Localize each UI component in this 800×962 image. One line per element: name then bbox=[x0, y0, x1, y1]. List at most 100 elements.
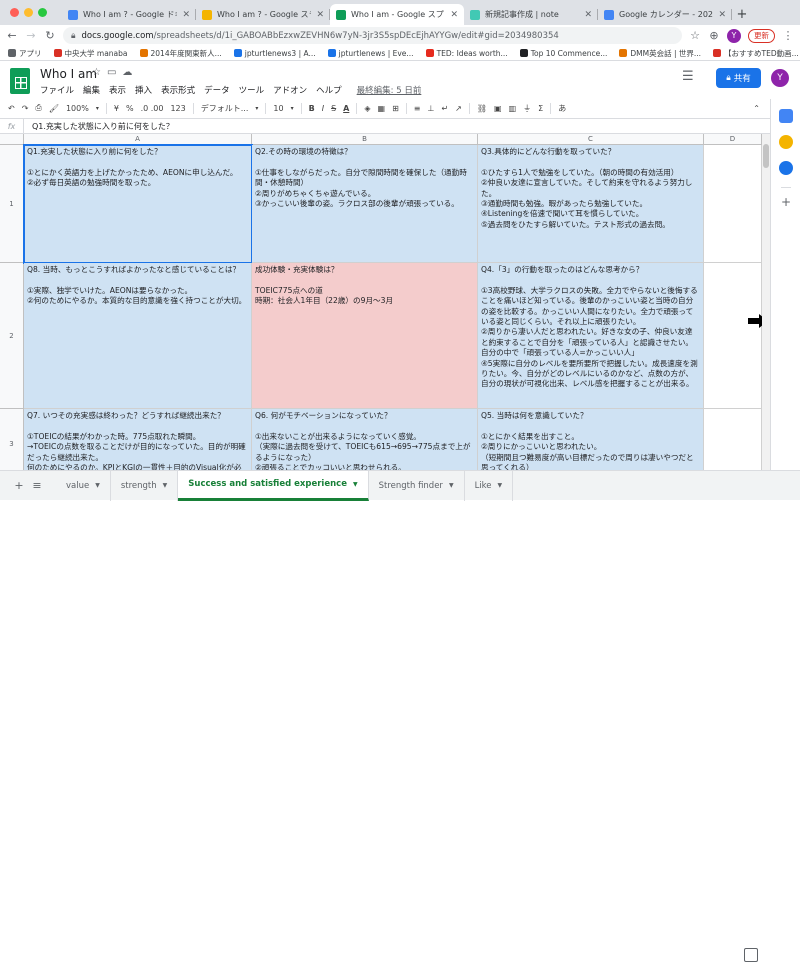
bookmark-item[interactable]: アプリ bbox=[8, 48, 42, 59]
url-field[interactable]: 🔒︎ docs.google.com/spreadsheets/d/1i_GAB… bbox=[63, 27, 682, 44]
add-sheet-icon[interactable]: + bbox=[10, 479, 28, 492]
insert-link-icon[interactable]: ⛓︎ bbox=[477, 104, 487, 113]
new-tab-button[interactable]: + bbox=[732, 4, 752, 25]
cell-c3[interactable]: Q5. 当時は何を意識していた？ ①とにかく結果を出すこと。 ②周りにかっこいい… bbox=[478, 409, 704, 470]
close-tab-icon[interactable]: ✕ bbox=[718, 10, 726, 20]
explore-icon[interactable] bbox=[744, 948, 758, 962]
add-addon-icon[interactable]: + bbox=[781, 195, 791, 209]
borders-icon[interactable]: ▦ bbox=[378, 104, 386, 113]
cell-b2[interactable]: 成功体験・充実体験は？ TOEIC775点への道 時期：社会人1年目（22歳）の… bbox=[252, 263, 478, 409]
menu-item[interactable]: 表示 bbox=[109, 84, 126, 96]
menu-item[interactable]: ヘルプ bbox=[316, 84, 342, 96]
profile-avatar[interactable]: Y bbox=[727, 28, 741, 43]
last-edit-link[interactable]: 最終編集: 5 日前 bbox=[357, 84, 422, 96]
cell-c1[interactable]: Q3.具体的にどんな行動を取っていた？ ①ひたすら1人で勉強をしていた。（朝の時… bbox=[478, 145, 704, 263]
sheet-tab[interactable]: strength ▼ bbox=[111, 470, 179, 501]
paint-format-icon[interactable]: 🖌︎ bbox=[49, 104, 59, 113]
sheet-tab[interactable]: Strength finder ▼ bbox=[369, 470, 465, 501]
text-color-button[interactable]: A bbox=[343, 104, 349, 113]
menu-item[interactable]: アドオン bbox=[273, 84, 307, 96]
sheets-logo-icon[interactable] bbox=[10, 68, 30, 94]
forward-icon[interactable]: → bbox=[25, 29, 37, 42]
close-tab-icon[interactable]: ✕ bbox=[316, 10, 324, 20]
sheet-tab[interactable]: Like ▼ bbox=[465, 470, 514, 501]
merge-cells-icon[interactable]: ⊞ bbox=[392, 104, 399, 113]
strikethrough-button[interactable]: S bbox=[331, 104, 336, 113]
bookmark-item[interactable]: 【おすすめTED動画... bbox=[713, 48, 799, 59]
close-window-icon[interactable] bbox=[10, 8, 19, 17]
text-rotate-icon[interactable]: ↗ bbox=[455, 104, 462, 113]
column-header-a[interactable]: A bbox=[24, 134, 252, 145]
currency-format-button[interactable]: ¥ bbox=[114, 104, 119, 113]
reload-icon[interactable]: ↻ bbox=[44, 29, 56, 42]
star-icon[interactable]: ☆ bbox=[689, 29, 701, 42]
undo-icon[interactable]: ↶ bbox=[8, 104, 15, 113]
calendar-icon[interactable] bbox=[779, 109, 793, 123]
menu-item[interactable]: ファイル bbox=[40, 84, 74, 96]
align-vertical-icon[interactable]: ⊥ bbox=[427, 104, 434, 113]
text-wrap-icon[interactable]: ↵ bbox=[441, 104, 448, 113]
row-header-1[interactable]: 1 bbox=[0, 145, 24, 263]
close-tab-icon[interactable]: ✕ bbox=[182, 10, 190, 20]
menu-item[interactable]: 挿入 bbox=[135, 84, 152, 96]
cell-d1[interactable] bbox=[704, 145, 762, 263]
browser-tab[interactable]: Who I am - Google スプレッドシート ✕ bbox=[330, 4, 464, 25]
collapse-toolbar-icon[interactable]: ⌃ bbox=[753, 104, 760, 113]
share-button[interactable]: 🔒︎ 共有 bbox=[716, 68, 761, 88]
sheet-tab-menu-icon[interactable]: ▼ bbox=[353, 481, 358, 488]
all-sheets-icon[interactable]: ≡ bbox=[28, 479, 46, 492]
column-header-b[interactable]: B bbox=[252, 134, 478, 145]
tasks-icon[interactable] bbox=[779, 161, 793, 175]
insert-chart-icon[interactable]: ▥ bbox=[509, 104, 517, 113]
bookmark-item[interactable]: 2014年度関東新人... bbox=[139, 48, 222, 59]
formula-input[interactable]: Q1.充実した状態に入り前に何をした？ bbox=[24, 121, 174, 132]
bookmark-item[interactable]: jpturtlenews | Eve... bbox=[327, 49, 414, 58]
fill-color-icon[interactable]: ◈ bbox=[364, 104, 370, 113]
cell-a1[interactable]: Q1.充実した状態に入り前に何をした？ ①とにかく英語力を上げたかったため、AE… bbox=[23, 144, 253, 264]
keep-icon[interactable] bbox=[779, 135, 793, 149]
font-select[interactable]: デフォルト... bbox=[201, 103, 249, 114]
minimize-window-icon[interactable] bbox=[24, 8, 33, 17]
browser-tab[interactable]: Who I am ? - Google スライド ✕ bbox=[196, 4, 330, 25]
decimal-buttons[interactable]: .0 .00 bbox=[141, 104, 164, 113]
sheet-tab-menu-icon[interactable]: ▼ bbox=[163, 482, 168, 489]
maximize-window-icon[interactable] bbox=[38, 8, 47, 17]
column-header-c[interactable]: C bbox=[478, 134, 704, 145]
browser-tab[interactable]: 新規記事作成 | note ✕ bbox=[464, 4, 598, 25]
close-tab-icon[interactable]: ✕ bbox=[450, 10, 458, 20]
bookmark-item[interactable]: TED: Ideas worth... bbox=[425, 49, 508, 58]
cell-d3[interactable] bbox=[704, 409, 762, 470]
browser-tab[interactable]: Who I am ? - Google ドキュメント ✕ bbox=[62, 4, 196, 25]
zoom-select[interactable]: 100% bbox=[66, 104, 89, 113]
functions-icon[interactable]: Σ bbox=[538, 104, 543, 113]
cell-c2[interactable]: Q4.「3」の行動を取ったのはどんな思考から？ ①3高校野球、大学ラクロスの失敗… bbox=[478, 263, 704, 409]
print-icon[interactable]: ⎙ bbox=[35, 103, 41, 113]
cell-d2[interactable] bbox=[704, 263, 762, 409]
scrollbar-thumb[interactable] bbox=[763, 144, 769, 168]
browser-tab[interactable]: Google カレンダー - 2021年 1月 ✕ bbox=[598, 4, 732, 25]
number-format-select[interactable]: 123 bbox=[170, 104, 185, 113]
sheet-tab[interactable]: value ▼ bbox=[56, 470, 111, 501]
select-all-corner[interactable] bbox=[0, 134, 24, 145]
italic-button[interactable]: I bbox=[322, 104, 324, 113]
column-header-d[interactable]: D bbox=[704, 134, 762, 145]
back-icon[interactable]: ← bbox=[6, 29, 18, 42]
cell-b3[interactable]: Q6. 何がモチベーションになっていた？ ①出来ないことが出来るようになっていく… bbox=[252, 409, 478, 470]
menu-item[interactable]: データ bbox=[204, 84, 230, 96]
comment-history-icon[interactable]: ☰ bbox=[682, 69, 694, 84]
account-avatar[interactable]: Y bbox=[771, 69, 789, 87]
star-doc-icon[interactable]: ☆ bbox=[92, 67, 101, 78]
close-tab-icon[interactable]: ✕ bbox=[584, 10, 592, 20]
sheet-tab[interactable]: Success and satisfied experience ▼ bbox=[178, 470, 369, 501]
more-menu-icon[interactable]: ⋮ bbox=[782, 29, 794, 42]
align-horizontal-icon[interactable]: ≡ bbox=[414, 104, 421, 113]
menu-item[interactable]: 表示形式 bbox=[161, 84, 195, 96]
sheet-tab-menu-icon[interactable]: ▼ bbox=[95, 482, 100, 489]
doc-title[interactable]: Who I am bbox=[40, 67, 97, 81]
extension-icon[interactable]: ⊕ bbox=[708, 29, 720, 42]
insert-comment-icon[interactable]: ▣ bbox=[494, 104, 502, 113]
sheet-tab-menu-icon[interactable]: ▼ bbox=[449, 482, 454, 489]
sheet-tab-menu-icon[interactable]: ▼ bbox=[498, 482, 503, 489]
percent-format-button[interactable]: % bbox=[126, 104, 134, 113]
bookmark-item[interactable]: jpturtlenews3 | A... bbox=[233, 49, 316, 58]
